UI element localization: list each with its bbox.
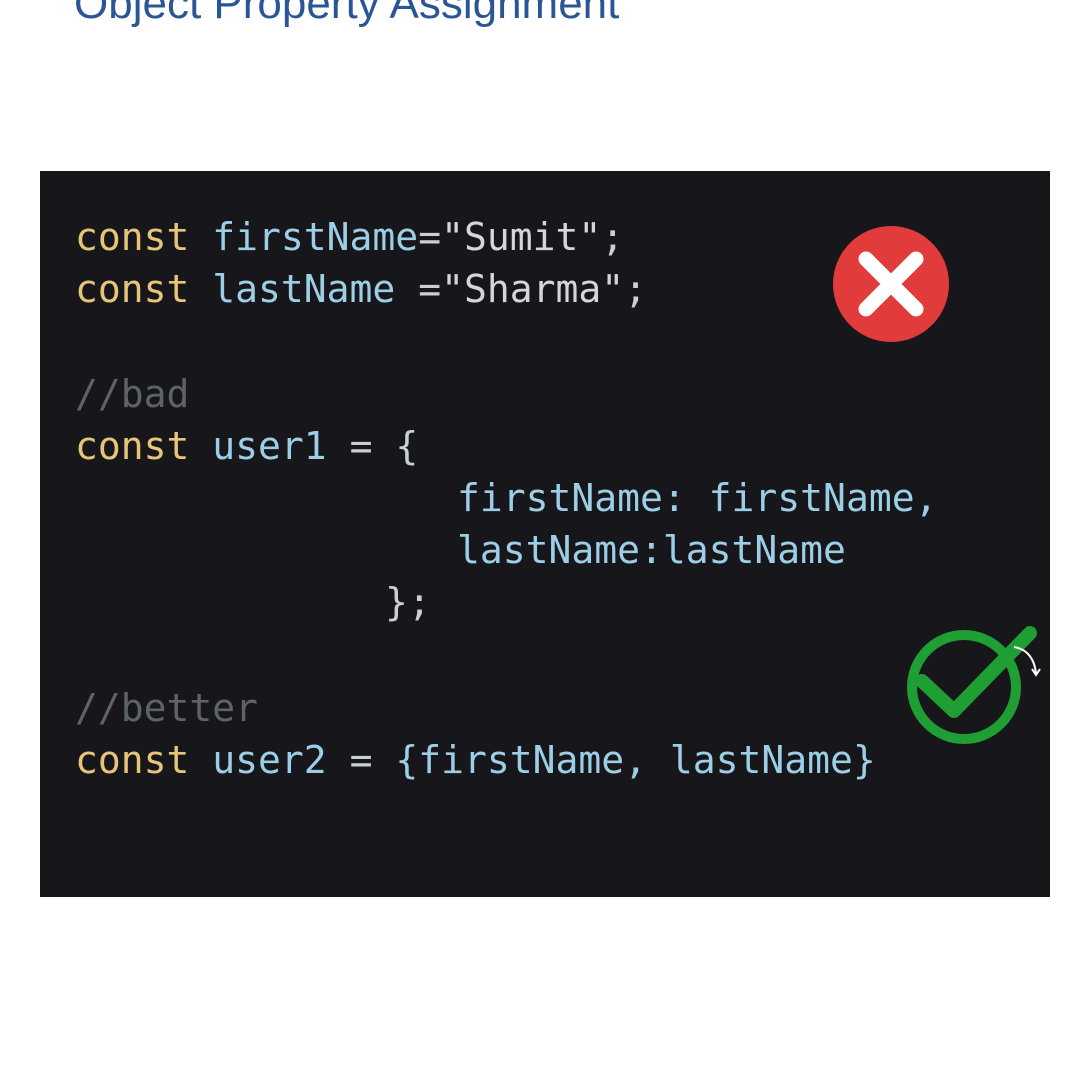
open-brace: {	[395, 424, 419, 468]
string-literal: "Sharma"	[441, 267, 625, 311]
identifier: user2	[212, 738, 327, 782]
keyword: const	[75, 215, 190, 259]
semicolon: ;	[601, 215, 625, 259]
property-key: firstName:	[457, 476, 686, 520]
operator: =	[349, 738, 373, 782]
code-line-last-name: const lastName ="Sharma";	[75, 263, 647, 315]
operator: =	[418, 215, 442, 259]
code-panel: const firstName="Sumit"; const lastName …	[40, 171, 1050, 897]
property-value: lastName	[662, 528, 846, 572]
x-icon	[833, 226, 949, 342]
string-literal: "Sumit"	[441, 215, 602, 259]
code-line-last-name-prop: lastName:lastName	[457, 524, 846, 576]
identifier: lastName	[212, 267, 396, 311]
property-key: lastName:	[457, 528, 663, 572]
keyword: const	[75, 267, 190, 311]
property-value: firstName,	[708, 476, 938, 520]
comment-bad: //bad	[75, 372, 190, 416]
keyword: const	[75, 738, 190, 782]
comment-better: //better	[75, 686, 259, 730]
identifier: user1	[212, 424, 327, 468]
code-line-user2: const user2 = {firstName, lastName}	[75, 734, 876, 786]
object-literal: {firstName, lastName}	[395, 738, 876, 782]
operator: =	[418, 267, 442, 311]
checkmark-icon	[907, 626, 1041, 744]
identifier: firstName	[212, 215, 419, 259]
code-line-first-name-prop: firstName: firstName,	[457, 472, 937, 524]
code-line-user1: const user1 = {	[75, 420, 418, 472]
semicolon: ;	[624, 267, 648, 311]
page-title: Object Property Assignment	[74, 0, 620, 28]
operator: =	[349, 424, 373, 468]
code-line-first-name: const firstName="Sumit";	[75, 211, 624, 263]
keyword: const	[75, 424, 190, 468]
close-brace: };	[385, 580, 431, 624]
